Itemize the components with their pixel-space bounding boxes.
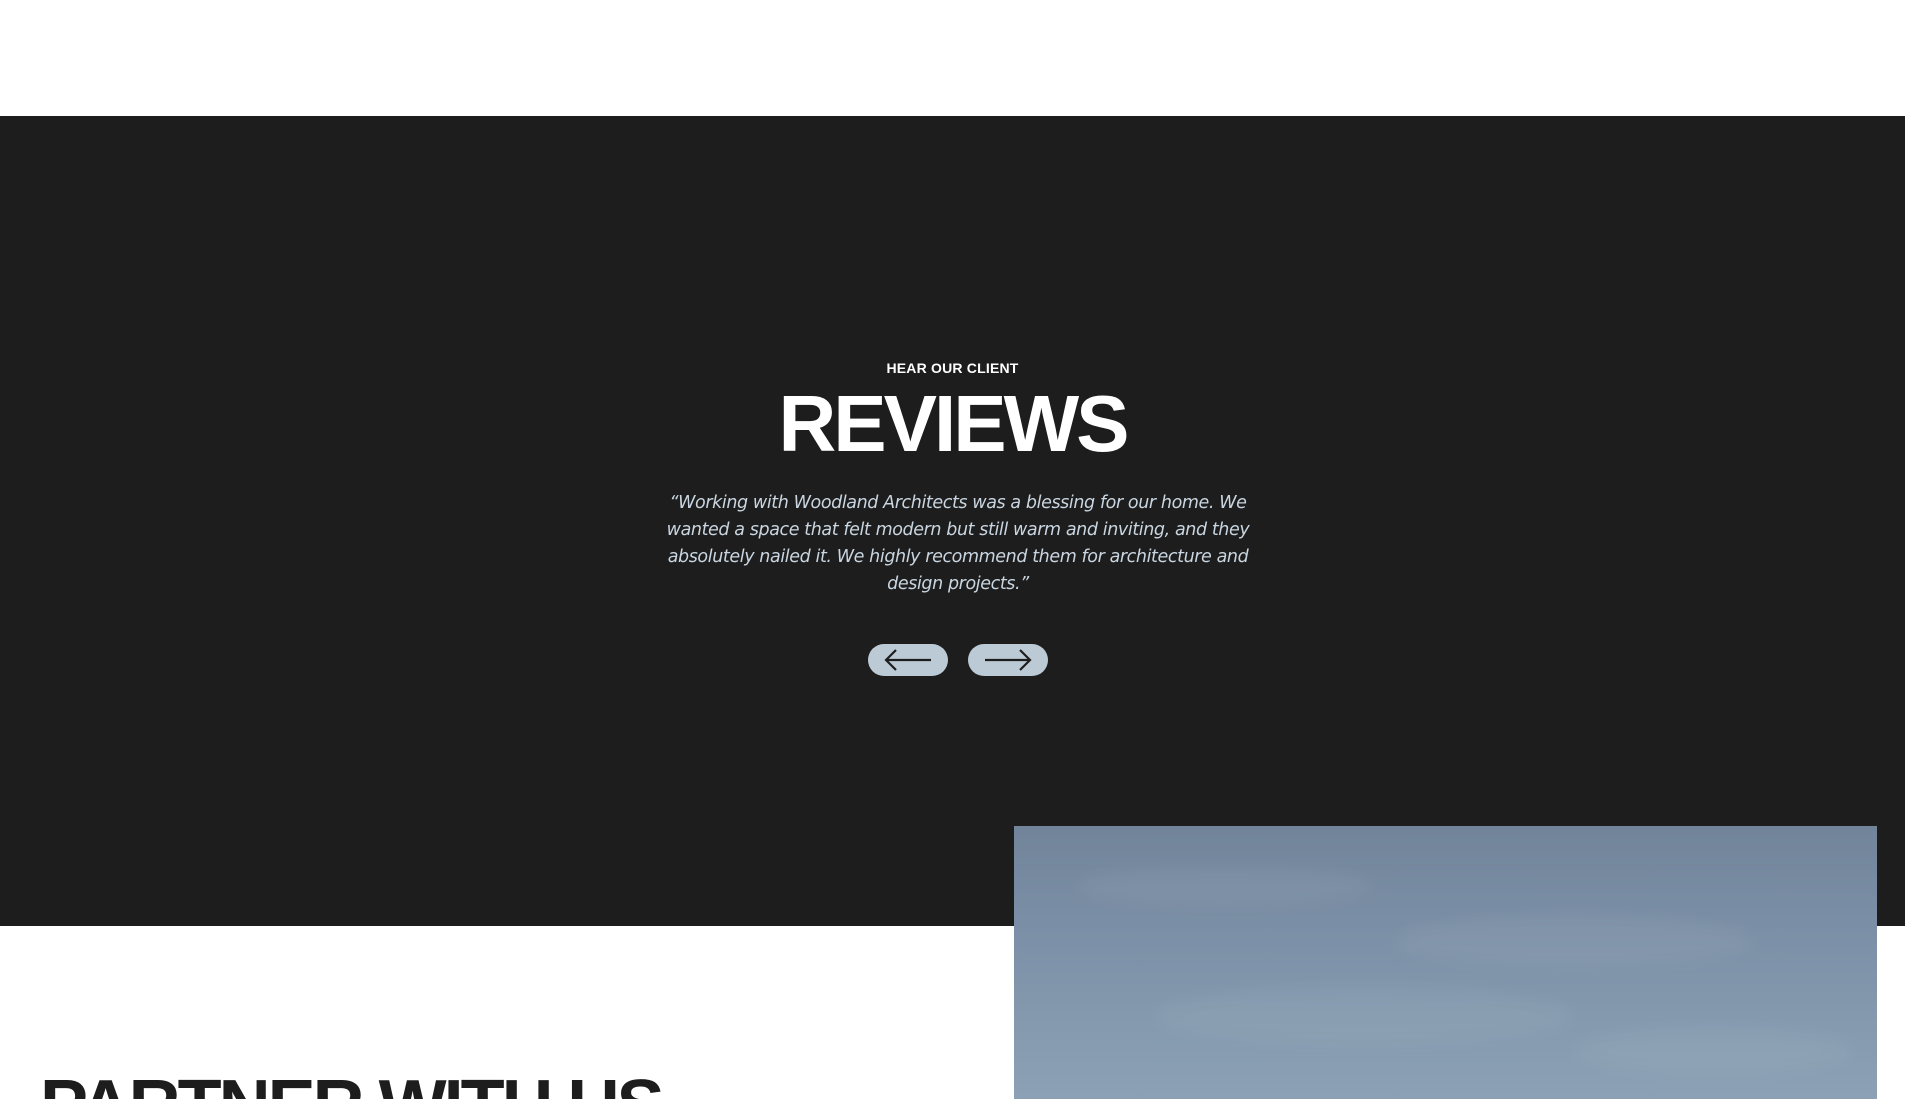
arrow-right-icon (985, 649, 1032, 671)
next-review-button[interactable] (968, 644, 1048, 676)
reviews-eyebrow: HEAR OUR CLIENT (886, 360, 1019, 376)
page: HEAR OUR CLIENT REVIEWS “Working with Wo… (0, 0, 1905, 1099)
review-quote: “Working with Woodland Architects was a … (666, 493, 1250, 594)
header-spacer (0, 0, 1905, 116)
reviews-section: HEAR OUR CLIENT REVIEWS “Working with Wo… (0, 116, 1905, 926)
partner-title: PARTNER WITH US (40, 1070, 665, 1099)
arrow-left-icon (884, 649, 931, 671)
previous-review-button[interactable] (868, 644, 948, 676)
reviews-title: REVIEWS (778, 379, 1130, 468)
partner-sky-image (1014, 826, 1877, 1099)
